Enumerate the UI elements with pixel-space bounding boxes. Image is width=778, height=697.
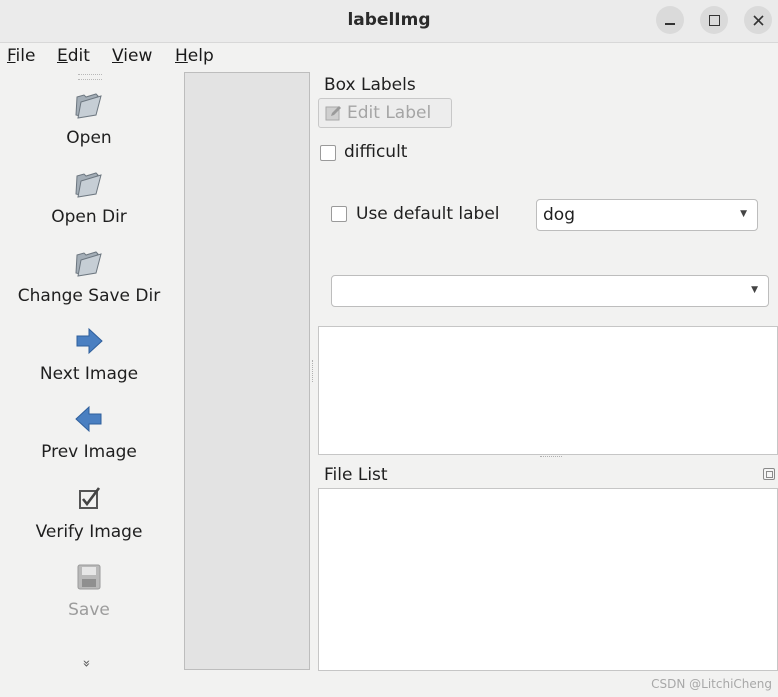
dock-splitter-handle[interactable] — [540, 456, 562, 460]
difficult-checkbox[interactable] — [320, 145, 336, 161]
open-label: Open — [66, 128, 112, 148]
save-label: Save — [68, 600, 110, 620]
title-bar: labelImg — [0, 0, 778, 43]
tool-bar: Open Open Dir Change Save Dir Next Image… — [0, 72, 178, 672]
minimize-icon — [665, 23, 675, 25]
open-button[interactable]: Open — [0, 88, 178, 148]
dropdown-arrow-icon: ▼ — [740, 209, 747, 219]
chevron-double-down-icon: » — [78, 659, 94, 668]
maximize-button[interactable] — [700, 6, 728, 34]
folder-open-icon — [75, 251, 102, 277]
dropdown-arrow-icon: ▼ — [751, 285, 758, 295]
splitter-handle[interactable] — [312, 360, 316, 382]
edit-icon — [325, 106, 341, 121]
change-save-dir-button[interactable]: Change Save Dir — [0, 246, 178, 306]
menu-edit-label: dit — [67, 46, 90, 66]
menu-bar: File Edit View Help — [0, 43, 778, 71]
arrow-right-icon — [76, 327, 103, 355]
verify-image-label: Verify Image — [35, 522, 143, 542]
next-image-label: Next Image — [39, 364, 139, 384]
image-canvas[interactable] — [184, 72, 310, 670]
change-save-dir-label: Change Save Dir — [17, 286, 161, 306]
maximize-icon — [708, 14, 720, 26]
menu-view[interactable]: View — [112, 46, 152, 66]
difficult-label: difficult — [344, 142, 408, 162]
file-list[interactable] — [318, 488, 778, 671]
open-dir-label: Open Dir — [51, 207, 127, 227]
default-label-value: dog — [543, 205, 575, 225]
edit-label-button[interactable]: Edit Label — [318, 98, 452, 128]
prev-image-button[interactable]: Prev Image — [0, 402, 178, 462]
menu-file-mnemonic: F — [7, 46, 16, 66]
save-button[interactable]: Save — [0, 560, 178, 620]
toolbar-extension-button[interactable]: » — [78, 656, 93, 671]
close-icon — [752, 14, 764, 26]
prev-image-label: Prev Image — [41, 442, 137, 462]
checkbox-checked-icon — [79, 487, 101, 509]
menu-file-label: ile — [15, 46, 36, 66]
menu-edit[interactable]: Edit — [57, 46, 90, 66]
verify-image-button[interactable]: Verify Image — [0, 482, 178, 542]
watermark-text: CSDN @LitchiCheng — [651, 677, 772, 691]
file-list-title: File List — [324, 465, 388, 485]
folder-open-icon — [75, 172, 102, 198]
menu-edit-mnemonic: E — [57, 46, 68, 66]
dock-float-icon[interactable] — [763, 468, 775, 480]
minimize-button[interactable] — [656, 6, 684, 34]
edit-label-text: Edit Label — [347, 103, 432, 123]
menu-help[interactable]: Help — [175, 46, 214, 66]
use-default-label-text: Use default label — [356, 204, 500, 224]
open-dir-button[interactable]: Open Dir — [0, 167, 178, 227]
use-default-label-checkbox[interactable] — [331, 206, 347, 222]
box-labels-title: Box Labels — [324, 75, 416, 95]
floppy-disk-icon — [77, 564, 101, 590]
toolbar-grip[interactable] — [78, 74, 102, 80]
menu-file[interactable]: File — [7, 46, 35, 66]
menu-help-label: elp — [187, 46, 214, 66]
close-button[interactable] — [744, 6, 772, 34]
default-label-combo[interactable]: dog ▼ — [536, 199, 758, 231]
label-filter-combo[interactable]: ▼ — [331, 275, 769, 307]
menu-view-mnemonic: V — [112, 46, 124, 66]
menu-view-label: iew — [123, 46, 153, 66]
label-list[interactable] — [318, 326, 778, 455]
folder-open-icon — [75, 93, 102, 119]
arrow-left-icon — [75, 405, 102, 433]
next-image-button[interactable]: Next Image — [0, 324, 178, 384]
menu-help-mnemonic: H — [175, 46, 188, 66]
